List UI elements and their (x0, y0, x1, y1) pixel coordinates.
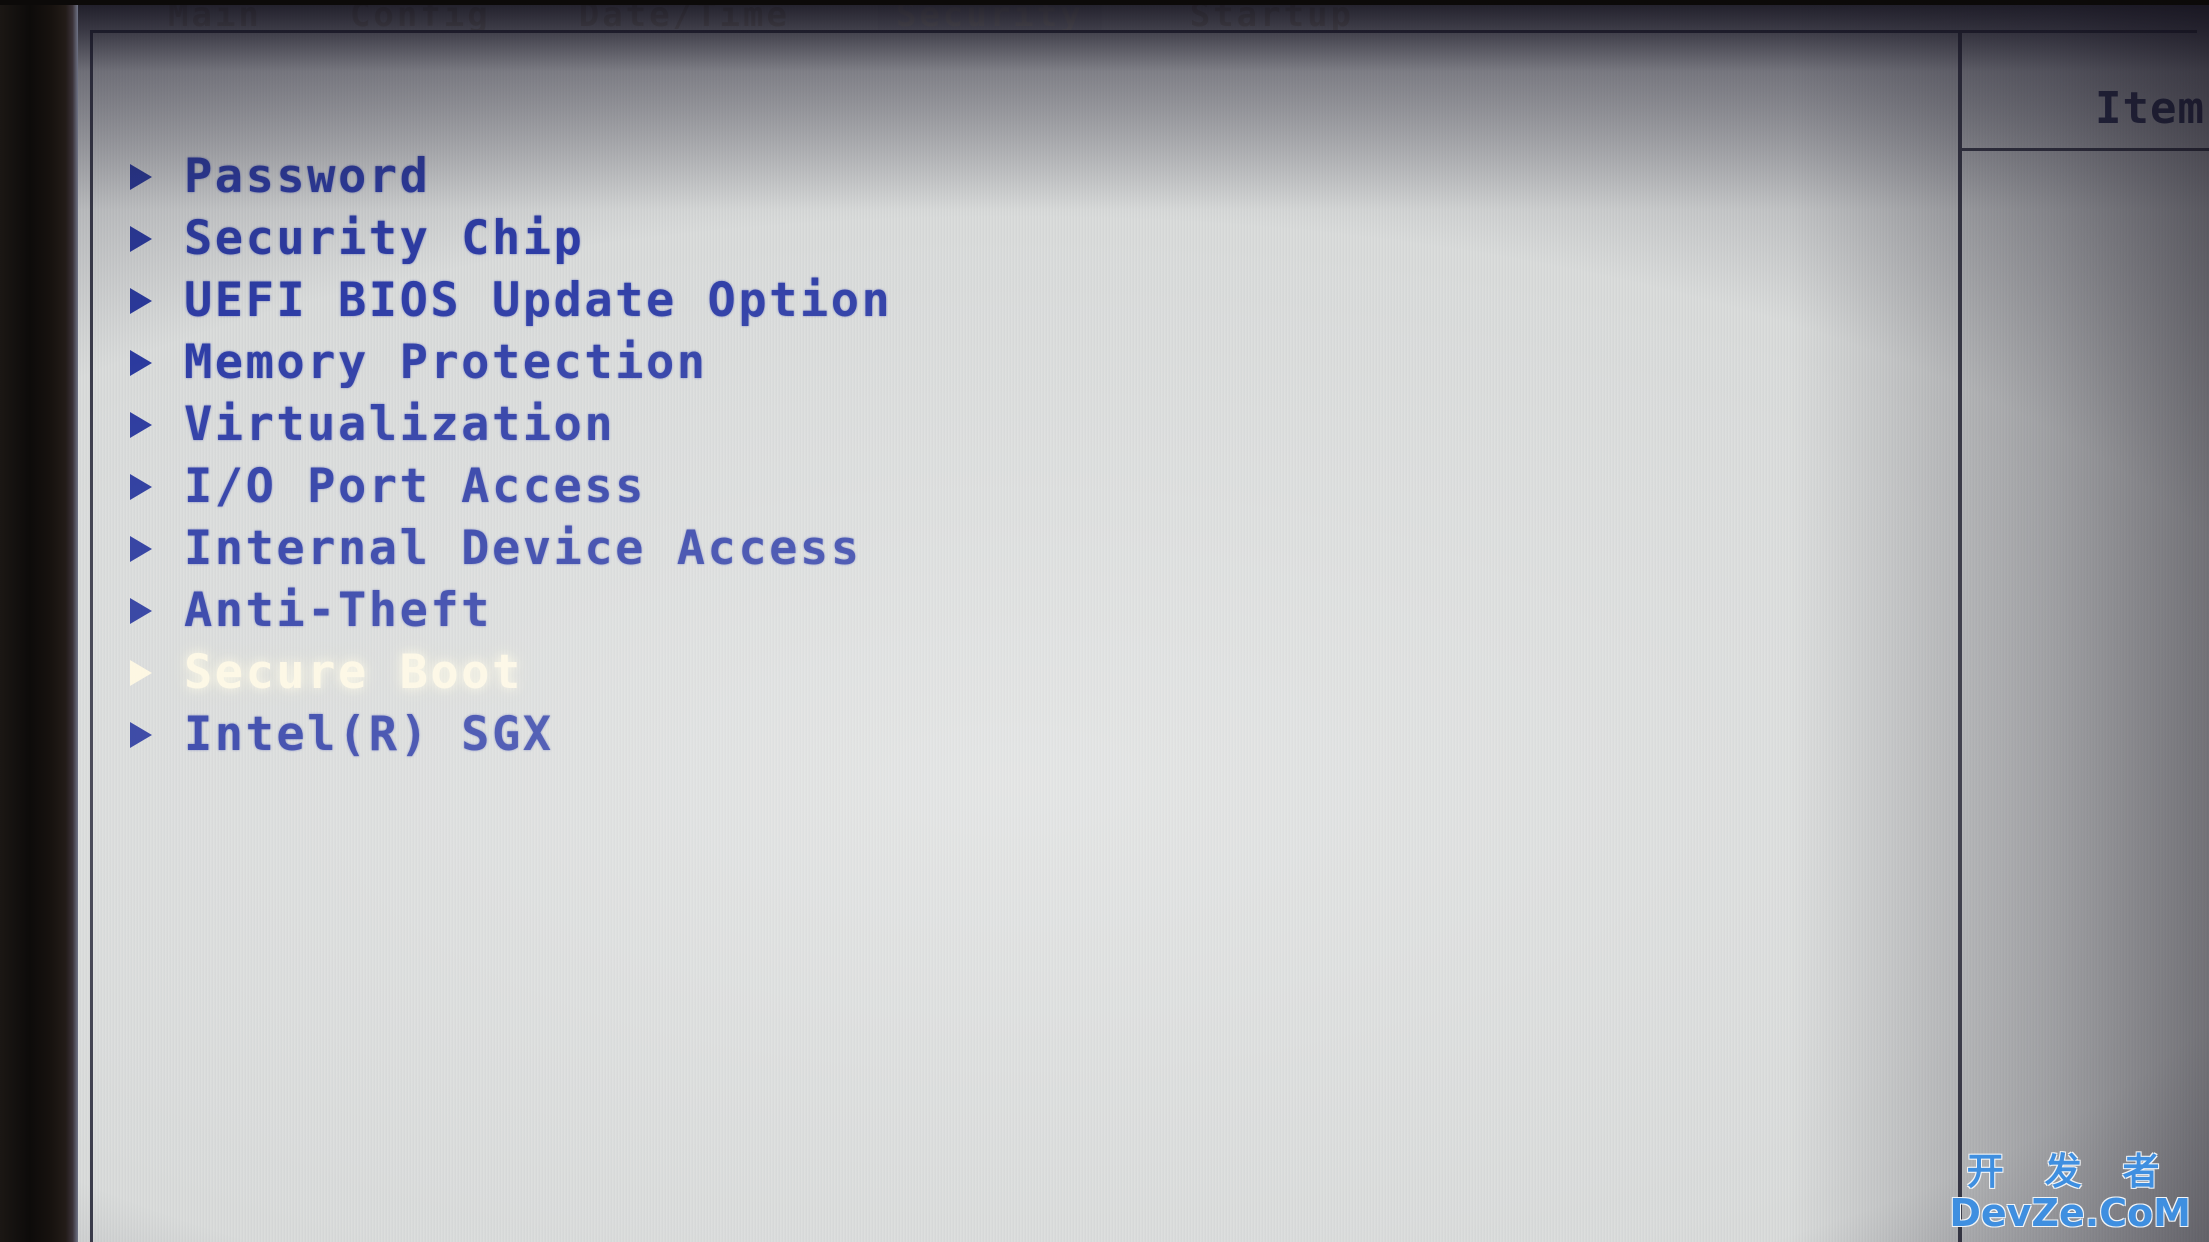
lcd-screen: Main Config Date/Time Security Startup Item … (78, 0, 2209, 1242)
menu-item-label: Security Chip (184, 211, 585, 266)
menu-item-label: Anti-Theft (184, 583, 492, 638)
menu-item-label: Password (184, 149, 431, 204)
submenu-arrow-icon (130, 332, 168, 394)
menu-item-security-chip[interactable]: Security Chip (130, 208, 892, 270)
menu-item-password[interactable]: Password (130, 146, 892, 208)
submenu-arrow-icon (130, 518, 168, 580)
menu-item-virtualization[interactable]: Virtualization (130, 394, 892, 456)
laptop-bezel-left-edge (66, 0, 78, 1242)
laptop-bezel-top (0, 0, 2209, 5)
security-menu-list: Password Security Chip UEFI BIOS Update Op… (130, 146, 892, 766)
menu-item-label: Intel(R) SGX (184, 707, 554, 762)
item-pane-header: Item (1962, 58, 2209, 151)
menu-item-label: Virtualization (184, 397, 616, 452)
menu-item-label: UEFI BIOS Update Option (184, 273, 893, 328)
submenu-arrow-icon (130, 394, 168, 456)
menu-item-i-o-port-access[interactable]: I/O Port Access (130, 456, 892, 518)
bios-screen-photo: Main Config Date/Time Security Startup Item … (0, 0, 2209, 1242)
submenu-arrow-icon (130, 580, 168, 642)
menu-item-label: I/O Port Access (184, 459, 646, 514)
menu-item-label: Secure Boot (184, 645, 523, 700)
menu-item-internal-device-access[interactable]: Internal Device Access (130, 518, 892, 580)
submenu-arrow-icon (130, 270, 168, 332)
submenu-arrow-icon (130, 456, 168, 518)
submenu-arrow-icon (130, 642, 168, 704)
menu-item-anti-theft[interactable]: Anti-Theft (130, 580, 892, 642)
menu-item-uefi-bios-update-option[interactable]: UEFI BIOS Update Option (130, 270, 892, 332)
item-pane-title: Item (2095, 83, 2205, 134)
menu-item-label: Internal Device Access (184, 521, 862, 576)
menu-item-memory-protection[interactable]: Memory Protection (130, 332, 892, 394)
submenu-arrow-icon (130, 208, 168, 270)
submenu-arrow-icon (130, 704, 168, 766)
item-pane: Item (1962, 33, 2209, 1242)
menu-item-label: Memory Protection (184, 335, 708, 390)
menu-item-intel-r-sgx[interactable]: Intel(R) SGX (130, 704, 892, 766)
menu-item-secure-boot[interactable]: Secure Boot (130, 642, 892, 704)
laptop-bezel-left (0, 0, 66, 1242)
submenu-arrow-icon (130, 146, 168, 208)
